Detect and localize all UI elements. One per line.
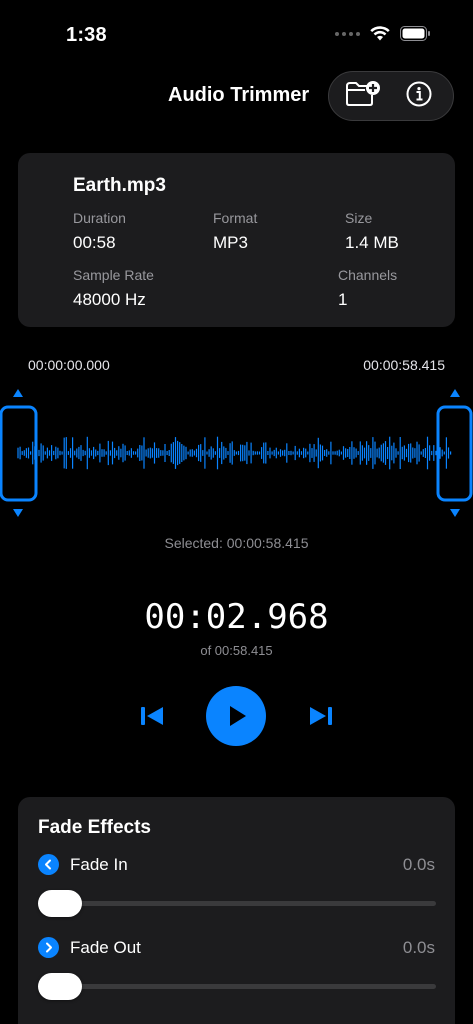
status-bar: 1:38	[0, 0, 473, 60]
fade-in-icon	[38, 854, 59, 875]
file-name: Earth.mp3	[73, 175, 166, 196]
skip-to-start-button[interactable]	[134, 698, 170, 734]
skip-to-end-button[interactable]	[303, 698, 339, 734]
play-button[interactable]	[206, 686, 266, 746]
channels-label: Channels	[338, 267, 398, 283]
size-label: Size	[345, 210, 373, 226]
file-info-card: Earth.mp3 Duration 00:58 Format MP3 Size…	[18, 153, 455, 327]
sample-rate-value: 48000 Hz	[73, 290, 146, 309]
handle-down-arrow-icon	[13, 509, 23, 517]
handle-up-arrow-icon	[13, 389, 23, 397]
fade-out-value: 0.0s	[402, 938, 435, 957]
duration-label: Duration	[73, 210, 126, 226]
duration-value: 00:58	[73, 233, 116, 252]
page-title: Audio Trimmer	[168, 84, 310, 106]
fade-effects-title: Fade Effects	[38, 817, 151, 838]
fade-in-label: Fade In	[70, 855, 128, 874]
fade-in-value: 0.0s	[402, 855, 435, 874]
skip-forward-icon	[310, 707, 332, 725]
info-icon	[406, 81, 432, 112]
status-time: 1:38	[66, 24, 107, 46]
handle-down-arrow-icon	[450, 509, 460, 517]
fade-out-slider[interactable]	[38, 973, 436, 1000]
trim-start-time: 00:00:00.000	[28, 357, 110, 373]
format-label: Format	[213, 210, 258, 226]
fade-out-icon	[38, 937, 59, 958]
sample-rate-label: Sample Rate	[73, 267, 154, 283]
skip-back-icon	[141, 707, 163, 725]
import-file-button[interactable]	[341, 76, 385, 116]
cellular-signal-icon	[335, 31, 360, 36]
play-icon	[230, 706, 246, 726]
folder-add-icon	[345, 80, 381, 113]
trim-start-handle[interactable]	[0, 386, 40, 522]
trim-end-time: 00:00:58.415	[363, 357, 445, 373]
selected-duration: Selected: 00:00:58.415	[164, 535, 309, 551]
header-actions	[328, 71, 454, 121]
handle-up-arrow-icon	[450, 389, 460, 397]
total-time: of 00:58.415	[200, 643, 273, 658]
battery-icon	[400, 26, 431, 41]
channels-value: 1	[338, 290, 348, 309]
fade-in-slider-thumb[interactable]	[38, 890, 82, 917]
status-icons	[335, 26, 431, 41]
size-value: 1.4 MB	[345, 233, 399, 252]
fade-out-label: Fade Out	[70, 938, 141, 957]
waveform-editor[interactable]	[0, 386, 473, 522]
wifi-icon	[370, 26, 390, 41]
trim-end-handle[interactable]	[436, 386, 473, 522]
fade-in-slider[interactable]	[38, 890, 436, 917]
waveform	[17, 436, 452, 470]
current-time: 00:02.968	[144, 597, 329, 637]
format-value: MP3	[213, 233, 248, 252]
fade-effects-card: Fade Effects Fade In 0.0s Fade Out 0.0s	[18, 797, 455, 1024]
info-button[interactable]	[397, 76, 441, 116]
fade-out-slider-thumb[interactable]	[38, 973, 82, 1000]
